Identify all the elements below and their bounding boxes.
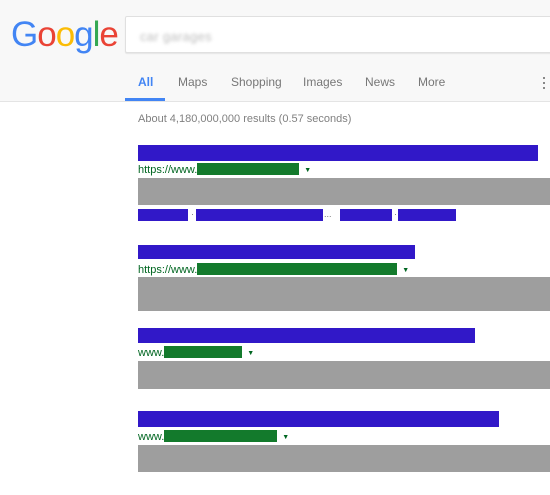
vertical-dots-icon[interactable] (543, 77, 546, 91)
sitelink[interactable] (340, 209, 392, 221)
result-url-domain (164, 346, 243, 358)
sitelink-separator: ... (324, 209, 332, 219)
triangle-down-icon[interactable]: ▼ (402, 264, 409, 277)
result-url: www. ▼ (138, 430, 289, 443)
triangle-down-icon[interactable]: ▼ (247, 347, 254, 360)
tab-more[interactable]: More (418, 75, 445, 89)
sitelink[interactable] (398, 209, 456, 221)
sitelink[interactable] (138, 209, 188, 221)
result-snippet (138, 277, 550, 311)
tab-news[interactable]: News (365, 75, 395, 89)
result-url-domain (197, 163, 300, 175)
result-url-prefix: https://www. (138, 264, 198, 276)
tab-shopping[interactable]: Shopping (231, 75, 282, 89)
header-bar: Google All Maps Shopping Images News Mor… (0, 0, 550, 102)
triangle-down-icon[interactable]: ▼ (304, 164, 311, 177)
sitelink-separator: · (191, 209, 194, 219)
result-url-prefix: www. (138, 431, 165, 443)
result-url: https://www. ▼ (138, 163, 311, 176)
result-url: https://www. ▼ (138, 263, 409, 276)
logo-letter: G (11, 15, 38, 54)
result-url-prefix: https://www. (138, 164, 198, 176)
result-title-link[interactable] (138, 145, 538, 161)
result-snippet (138, 178, 550, 205)
result-url: www. ▼ (138, 346, 254, 359)
logo-letter: o (55, 15, 75, 54)
search-box[interactable] (125, 16, 550, 53)
google-logo[interactable]: Google (11, 15, 119, 55)
logo-letter: g (74, 15, 93, 54)
triangle-down-icon[interactable]: ▼ (282, 431, 289, 444)
result-title-link[interactable] (138, 328, 475, 343)
active-tab-indicator (125, 98, 165, 101)
result-stats: About 4,180,000,000 results (0.57 second… (138, 113, 352, 125)
search-tabs: All Maps Shopping Images News More (0, 70, 550, 101)
tab-all[interactable]: All (138, 75, 153, 89)
result-title-link[interactable] (138, 411, 499, 427)
result-url-domain (197, 263, 398, 275)
result-title-link[interactable] (138, 245, 415, 259)
sitelink-separator: · (394, 209, 397, 219)
result-url-prefix: www. (138, 347, 165, 359)
result-url-domain (164, 430, 278, 442)
tab-maps[interactable]: Maps (178, 75, 207, 89)
sitelink[interactable] (196, 209, 323, 221)
result-snippet (138, 361, 550, 389)
result-snippet (138, 445, 550, 472)
logo-letter: o (37, 15, 56, 54)
tab-images[interactable]: Images (303, 75, 342, 89)
logo-letter: e (99, 15, 118, 54)
logo-letter: l (92, 15, 101, 54)
search-input[interactable] (138, 25, 542, 47)
